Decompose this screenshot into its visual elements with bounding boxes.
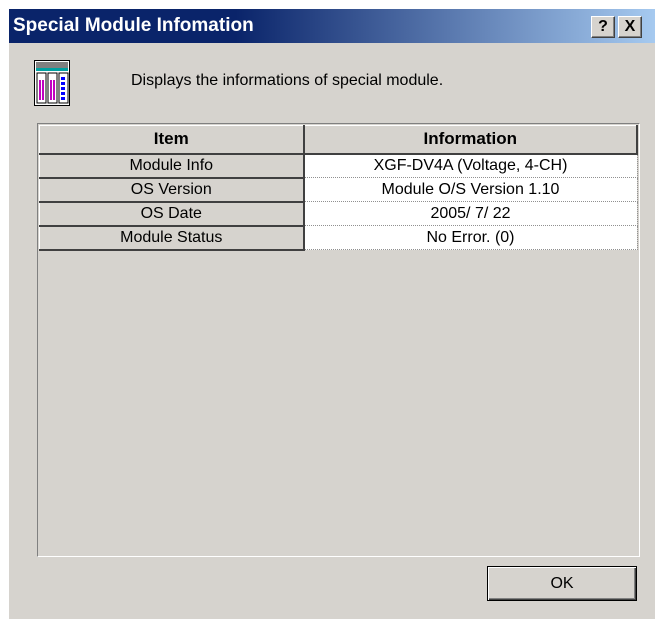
close-button[interactable]: X <box>618 16 642 38</box>
row-value[interactable]: No Error. (0) <box>303 225 638 250</box>
module-icon <box>34 60 70 106</box>
description-text: Displays the informations of special mod… <box>131 72 444 89</box>
header-item[interactable]: Item <box>39 125 305 155</box>
row-value[interactable]: XGF-DV4A (Voltage, 4-CH) <box>303 153 638 178</box>
special-module-dialog: Special Module Infomation ? X Displays t… <box>8 8 655 619</box>
header-information[interactable]: Information <box>303 125 638 155</box>
table-row: OS Date 2005/ 7/ 22 <box>39 201 638 227</box>
table-row: Module Info XGF-DV4A (Voltage, 4-CH) <box>39 153 638 179</box>
ok-button[interactable]: OK <box>487 566 637 601</box>
row-label: OS Date <box>39 201 305 227</box>
row-label: OS Version <box>39 177 305 203</box>
window-title: Special Module Infomation <box>13 15 254 36</box>
row-label: Module Info <box>39 153 305 179</box>
info-grid[interactable]: Item Information Module Info XGF-DV4A (V… <box>37 123 640 557</box>
table-row: Module Status No Error. (0) <box>39 225 638 251</box>
info-table: Item Information Module Info XGF-DV4A (V… <box>39 125 638 251</box>
title-bar[interactable]: Special Module Infomation ? X <box>9 9 655 43</box>
help-button[interactable]: ? <box>591 16 615 38</box>
row-label: Module Status <box>39 225 305 251</box>
table-row: OS Version Module O/S Version 1.10 <box>39 177 638 203</box>
row-value[interactable]: 2005/ 7/ 22 <box>303 201 638 226</box>
row-value[interactable]: Module O/S Version 1.10 <box>303 177 638 202</box>
header-row: Item Information <box>39 125 638 155</box>
